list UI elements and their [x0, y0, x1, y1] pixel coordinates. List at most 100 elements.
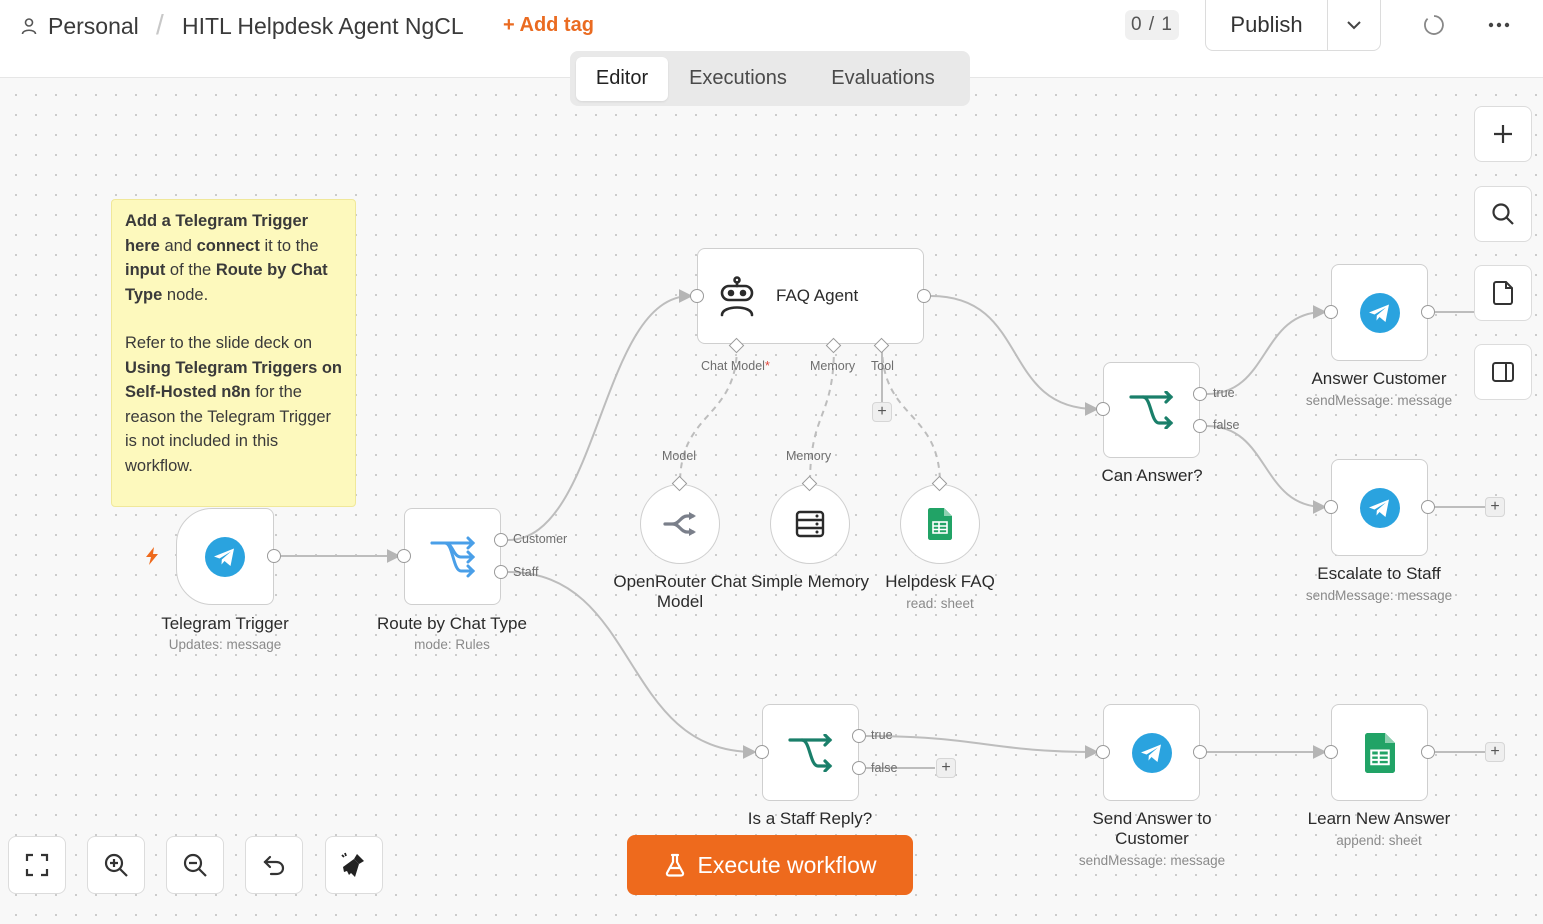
sticky-paragraph-2: Refer to the slide deck on Using Telegra…: [125, 331, 342, 478]
escalate-to-staff-node[interactable]: [1331, 459, 1428, 556]
input-handle[interactable]: [1324, 305, 1338, 319]
helpdesk-faq-node[interactable]: [900, 484, 980, 564]
input-handle[interactable]: [1324, 745, 1338, 759]
node-label: Route by Chat Type: [377, 614, 527, 633]
output-handle[interactable]: [1421, 500, 1435, 514]
tab-executions[interactable]: Executions: [668, 57, 808, 101]
workflow-title[interactable]: HITL Helpdesk Agent NgCL: [182, 12, 464, 40]
zoom-in-button[interactable]: [87, 836, 145, 894]
add-node-button[interactable]: +: [1485, 497, 1505, 517]
add-tag-button[interactable]: + Add tag: [503, 14, 594, 37]
port-label: Chat Model*: [701, 359, 770, 373]
required-marker: *: [764, 359, 770, 373]
output-handle-false[interactable]: [852, 761, 866, 775]
execute-workflow-button[interactable]: Execute workflow: [627, 835, 913, 895]
search-nodes-button[interactable]: [1474, 186, 1532, 242]
node-label: FAQ Agent: [776, 286, 859, 305]
telegram-trigger-node[interactable]: [176, 508, 274, 605]
output-handle[interactable]: [1421, 305, 1435, 319]
output-handle[interactable]: [1193, 745, 1207, 759]
node-subtitle: append: sheet: [1336, 833, 1422, 848]
node-label: Send Answer to: [1092, 809, 1212, 828]
send-answer-to-customer-node[interactable]: [1103, 704, 1200, 801]
sticky-note[interactable]: Add a Telegram Trigger here and connect …: [111, 199, 356, 507]
node-subtitle: Updates: message: [168, 637, 282, 652]
simple-memory-node[interactable]: [770, 484, 850, 564]
tab-editor[interactable]: Editor: [576, 56, 668, 101]
sticky-text: it to the: [264, 236, 319, 255]
route-by-chat-type-node[interactable]: [404, 508, 501, 605]
is-staff-reply-node[interactable]: [762, 704, 859, 801]
output-handle-true[interactable]: [852, 729, 866, 743]
sticky-text: here: [125, 236, 160, 255]
node-subtitle: sendMessage: message: [1078, 853, 1226, 868]
input-handle[interactable]: [755, 745, 769, 759]
output-handle-true[interactable]: [1193, 387, 1207, 401]
learn-new-answer-node[interactable]: [1331, 704, 1428, 801]
sticky-text: Refer to the slide deck on: [125, 334, 313, 352]
node-label: Customer: [1115, 829, 1189, 848]
sticky-text: input: [125, 261, 166, 279]
node-subtitle: read: sheet: [906, 596, 974, 611]
port-label: Staff: [513, 565, 539, 579]
publish-button[interactable]: Publish: [1206, 0, 1328, 50]
sticky-note-icon: [1493, 281, 1513, 305]
sticky-text: connect: [196, 236, 260, 255]
output-handle[interactable]: [1421, 745, 1435, 759]
node-label: Is a Staff Reply?: [747, 809, 873, 828]
toggle-side-panel-button[interactable]: [1474, 344, 1532, 400]
view-tabs: Editor Executions Evaluations: [570, 51, 970, 106]
input-handle[interactable]: [690, 289, 704, 303]
output-handle[interactable]: [917, 289, 931, 303]
if-branch-icon: [787, 733, 832, 772]
fit-view-icon: [25, 853, 49, 877]
trigger-bolt-icon: [146, 547, 158, 565]
node-subtitle: sendMessage: message: [1305, 588, 1453, 603]
openrouter-chat-model-node[interactable]: [640, 484, 720, 564]
can-answer-node[interactable]: [1103, 362, 1200, 458]
output-handle-false[interactable]: [1193, 419, 1207, 433]
add-node-panel-button[interactable]: [1474, 106, 1532, 162]
add-node-button[interactable]: +: [936, 758, 956, 778]
breadcrumb-workspace[interactable]: Personal: [20, 12, 139, 40]
output-handle-customer[interactable]: [494, 533, 508, 547]
input-handle[interactable]: [1096, 745, 1110, 759]
output-handle[interactable]: [267, 549, 281, 563]
execute-workflow-label: Execute workflow: [697, 851, 877, 878]
publish-dropdown-button[interactable]: [1328, 0, 1380, 50]
if-branch-icon: [1128, 391, 1173, 429]
telegram-icon: [1359, 487, 1400, 528]
port-label-text: Chat Model: [701, 359, 765, 373]
loading-spinner-icon: [1424, 15, 1444, 35]
add-sticky-note-button[interactable]: [1474, 265, 1532, 321]
input-handle[interactable]: [1324, 500, 1338, 514]
add-node-button[interactable]: +: [1485, 742, 1505, 762]
sticky-paragraph-1: Add a Telegram Trigger here and connect …: [125, 209, 342, 307]
sticky-text: and: [164, 236, 192, 255]
add-tool-button[interactable]: +: [872, 402, 892, 422]
switch-router-icon: [430, 536, 475, 577]
input-handle[interactable]: [1096, 402, 1110, 416]
answer-customer-node[interactable]: [1331, 264, 1428, 361]
faq-agent-node[interactable]: FAQ Agent: [697, 248, 924, 344]
node-label: Model: [656, 592, 704, 611]
side-panel-icon: [1492, 362, 1514, 382]
more-options-icon[interactable]: [1486, 14, 1512, 36]
zoom-out-button[interactable]: [166, 836, 224, 894]
telegram-icon: [1131, 732, 1172, 773]
node-subtitle: mode: Rules: [414, 637, 490, 652]
node-label: Can Answer?: [1101, 466, 1203, 485]
sticky-text: node.: [166, 285, 209, 304]
undo-button[interactable]: [245, 836, 303, 894]
undo-icon: [263, 855, 285, 876]
port-label: Tool: [871, 359, 894, 373]
fit-view-button[interactable]: [8, 836, 66, 894]
output-handle-staff[interactable]: [494, 565, 508, 579]
node-label: Helpdesk FAQ: [885, 572, 995, 591]
sticky-text: Add a Telegram Trigger: [125, 212, 309, 230]
database-icon: [795, 510, 825, 538]
input-handle[interactable]: [397, 549, 411, 563]
tab-evaluations[interactable]: Evaluations: [808, 57, 958, 101]
port-label: Memory: [786, 449, 832, 463]
tidy-up-button[interactable]: [325, 836, 383, 894]
